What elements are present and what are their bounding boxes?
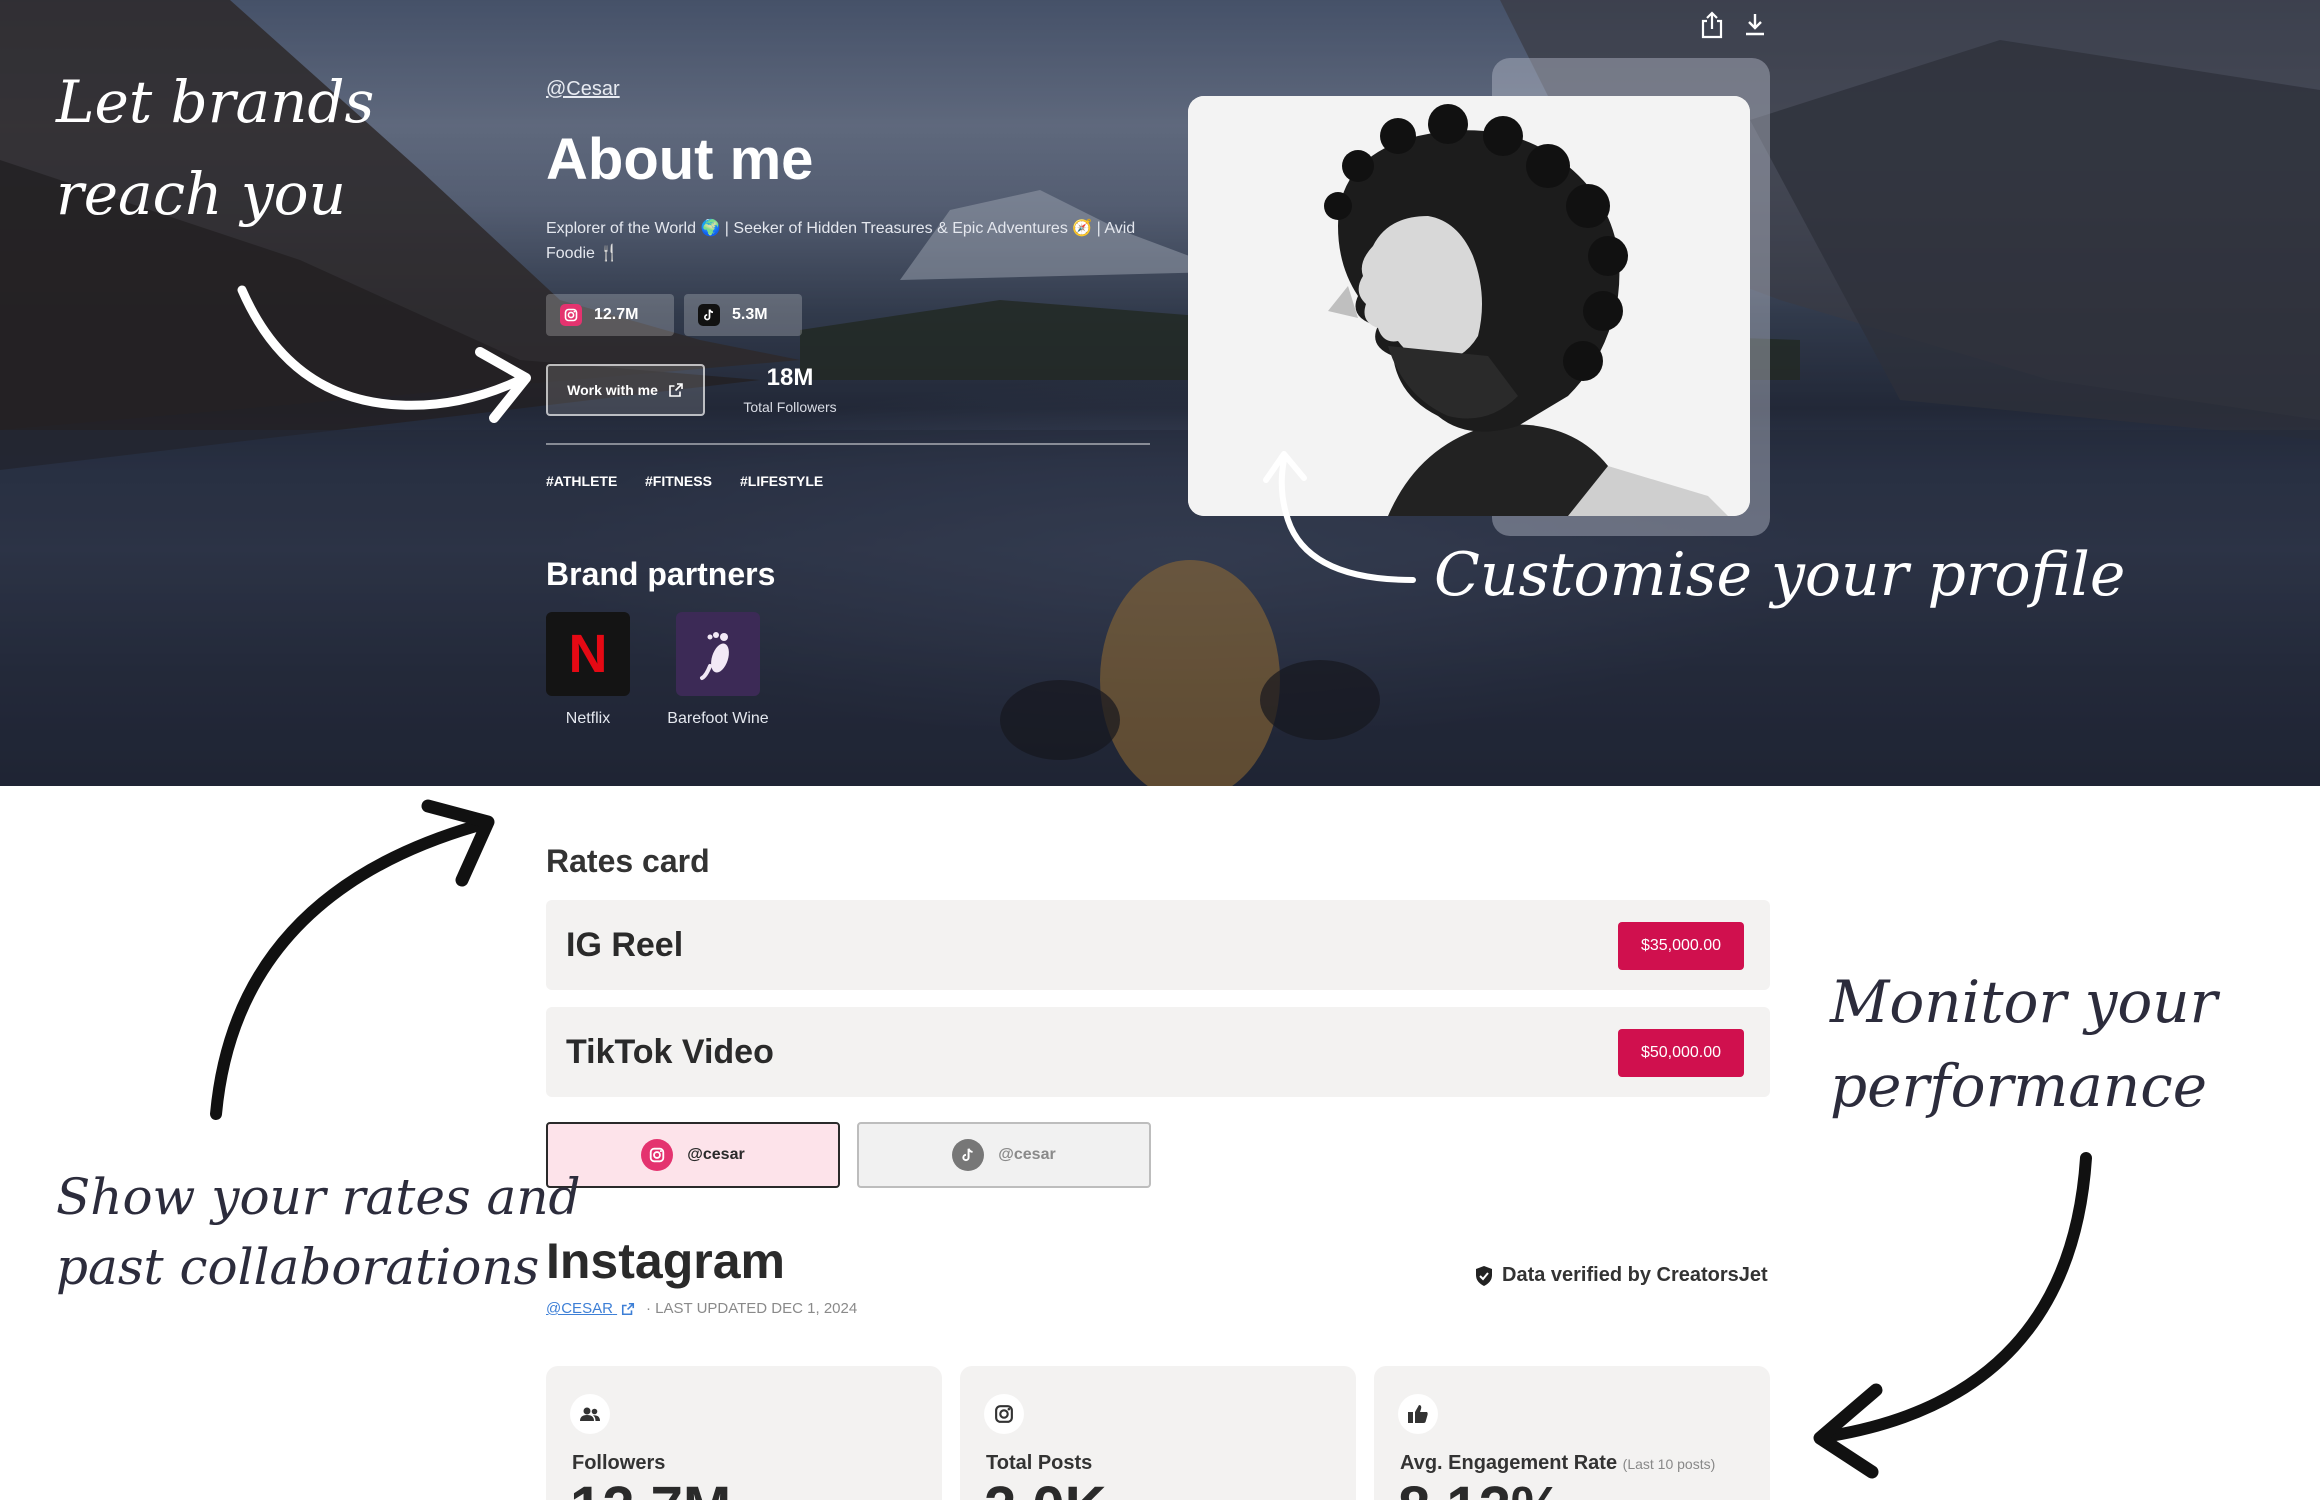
instagram-profile-link[interactable]: @CESAR [546, 1300, 635, 1317]
instagram-followers-count: 12.7M [594, 306, 639, 323]
instagram-outline-icon [984, 1394, 1024, 1434]
arrow-to-photo [1263, 451, 1416, 583]
arrow-to-rates [210, 799, 495, 1120]
annotation-let-brands-line2: reach you [56, 160, 346, 228]
profile-hero: @Cesar About me Explorer of the World 🌍 … [0, 0, 2320, 786]
rate-row-ig-reel: IG Reel $35,000.00 [546, 900, 1770, 990]
users-icon [570, 1394, 610, 1434]
download-icon[interactable] [1741, 10, 1769, 40]
profile-bio: Explorer of the World 🌍 | Seeker of Hidd… [546, 220, 1136, 262]
tiktok-icon [698, 304, 720, 326]
external-link-icon [622, 1302, 635, 1316]
annotation-let-brands-line1: Let brands [56, 68, 375, 136]
verified-badge: Data verified by CreatorsJet [1474, 1264, 1768, 1287]
tag-lifestyle: #LIFESTYLE [740, 473, 824, 489]
instagram-section-title: Instagram [546, 1233, 785, 1289]
metric-card-total-posts: Total Posts 2.0K [960, 1366, 1356, 1500]
work-with-me-label: Work with me [567, 382, 658, 398]
barefoot-wine-name: Barefoot Wine [667, 710, 769, 727]
tag-athlete: #ATHLETE [546, 473, 618, 489]
rate-price-ig-reel[interactable]: $35,000.00 [1618, 922, 1744, 970]
annotation-customise: Customise your profile [1434, 540, 2126, 610]
page-title: About me [546, 127, 814, 192]
rate-name-tiktok-video: TikTok Video [566, 1033, 774, 1071]
arrow-to-metrics [1813, 1152, 2092, 1479]
total-followers-value: 18M [766, 364, 814, 391]
instagram-account-tab[interactable]: @cesar [546, 1122, 840, 1188]
netflix-logo[interactable]: N [546, 612, 630, 696]
metric-label-followers: Followers [572, 1452, 666, 1474]
work-with-me-button[interactable]: Work with me [546, 364, 705, 416]
metric-value-total-posts: 2.0K [984, 1474, 1107, 1500]
tiktok-account-tab[interactable]: @cesar [857, 1122, 1151, 1188]
external-link-icon [669, 383, 683, 397]
netflix-name: Netflix [565, 710, 611, 727]
tiktok-account-handle: @cesar [998, 1146, 1056, 1163]
profile-handle-link[interactable]: @Cesar [546, 78, 620, 101]
last-updated-text: · LAST UPDATED DEC 1, 2024 [646, 1300, 858, 1317]
annotation-show-rates: Show your rates and past collaborations [56, 1162, 581, 1302]
rate-price-tiktok-video[interactable]: $50,000.00 [1618, 1029, 1744, 1077]
rate-row-tiktok-video: TikTok Video $50,000.00 [546, 1007, 1770, 1097]
hero-divider [546, 443, 1150, 445]
tiktok-icon [952, 1139, 985, 1171]
rate-name-ig-reel: IG Reel [566, 926, 684, 964]
rates-card-title: Rates card [546, 843, 710, 879]
metric-label-engagement: Avg. Engagement Rate (Last 10 posts) [1400, 1452, 1715, 1475]
metric-label-engagement-text: Avg. Engagement Rate [1400, 1452, 1618, 1474]
total-followers-label: Total Followers [743, 399, 837, 415]
metric-label-engagement-sub: (Last 10 posts) [1622, 1456, 1716, 1472]
arrow-to-work-button [237, 285, 531, 423]
annotation-show-rates-line2: past collaborations [56, 1238, 540, 1296]
metric-card-followers: Followers 12.7M [546, 1366, 942, 1500]
annotation-monitor: Monitor your performance [1830, 960, 2217, 1128]
annotation-monitor-line1: Monitor your [1830, 968, 2218, 1036]
annotation-show-rates-line1: Show your rates and [56, 1168, 581, 1226]
instagram-icon [641, 1139, 674, 1171]
verified-shield-icon [1476, 1265, 1492, 1286]
thumbs-up-icon [1398, 1394, 1438, 1434]
share-icon[interactable] [1698, 10, 1726, 40]
tiktok-followers-count: 5.3M [732, 306, 768, 323]
brand-partners-title: Brand partners [546, 556, 776, 592]
instagram-account-handle: @cesar [687, 1146, 745, 1163]
annotation-let-brands: Let brands reach you [56, 56, 374, 240]
verified-text: Data verified by CreatorsJet [1502, 1264, 1768, 1286]
tiktok-followers-chip[interactable]: 5.3M [684, 294, 802, 336]
metric-label-total-posts: Total Posts [986, 1452, 1093, 1474]
metric-card-engagement: Avg. Engagement Rate (Last 10 posts) 8.1… [1374, 1366, 1770, 1500]
instagram-icon [560, 304, 582, 326]
annotation-monitor-line2: performance [1830, 1052, 2208, 1120]
netflix-logo-mark: N [568, 624, 608, 684]
tag-fitness: #FITNESS [645, 473, 712, 489]
metric-value-engagement: 8.12% [1398, 1474, 1562, 1500]
instagram-handle-text: @CESAR [546, 1300, 613, 1317]
barefoot-wine-logo[interactable] [676, 612, 760, 696]
footprint-icon [700, 632, 729, 680]
instagram-followers-chip[interactable]: 12.7M [546, 294, 674, 336]
metric-value-followers: 12.7M [570, 1474, 731, 1500]
